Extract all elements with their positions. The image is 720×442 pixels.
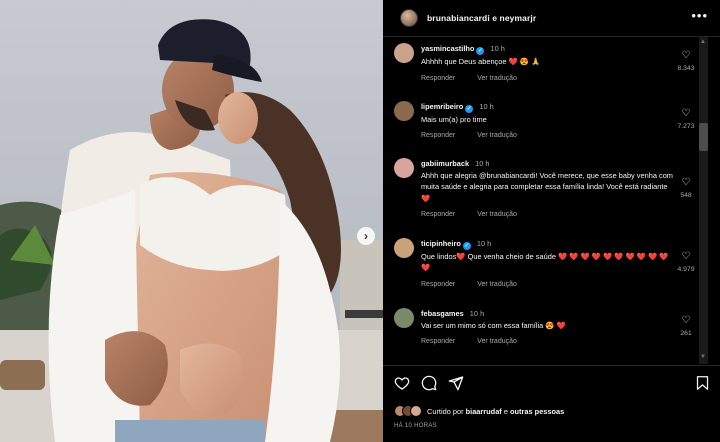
translate-button[interactable]: Ver tradução [477, 211, 517, 218]
comment-text: Ahhh que alegria @brunabiancardi! Você m… [421, 171, 673, 203]
comments-panel: brunabiancardi e neymarjr ••• yasmincast… [383, 0, 720, 442]
comment-actions: Responder Ver tradução [421, 338, 537, 345]
liked-by-conj: e [503, 406, 508, 416]
reply-button[interactable]: Responder [421, 132, 455, 139]
scroll-down-icon[interactable]: ▼ [700, 354, 706, 360]
translate-button[interactable]: Ver tradução [477, 75, 517, 82]
reply-button[interactable]: Responder [421, 211, 455, 218]
reply-button[interactable]: Responder [421, 338, 455, 345]
translate-button[interactable]: Ver tradução [477, 132, 517, 139]
comment-item: gabiimurback 10 h Ahhh que alegria @brun… [383, 153, 708, 225]
comment-actions: Responder Ver tradução [421, 281, 537, 288]
like-count: 8.343 [677, 65, 695, 72]
reply-button[interactable]: Responder [421, 281, 455, 288]
comment-body: ticipinheiro ✓ 10 h Que lindos❤️ Que venh… [421, 238, 676, 273]
scrollbar-thumb[interactable] [699, 123, 708, 151]
heart-icon[interactable]: ♡ [671, 178, 701, 188]
comment-body: yasmincastilho ✓ 10 h Ahhhh que Deus aben… [421, 43, 676, 67]
avatar[interactable] [400, 9, 418, 27]
comments-list: yasmincastilho ✓ 10 h Ahhhh que Deus aben… [383, 38, 720, 364]
comment-actions: Responder Ver tradução [421, 132, 537, 139]
heart-icon[interactable]: ♡ [671, 252, 701, 262]
comment-like: ♡ 7.273 [671, 109, 701, 131]
liked-by-prefix: Curtido por [427, 406, 464, 416]
post-footer: Curtido por biaarrudaf e outras pessoas … [383, 365, 720, 442]
comment-body: gabiimurback 10 h Ahhh que alegria @brun… [421, 158, 676, 204]
comment-username[interactable]: ticipinheiro [421, 239, 461, 248]
reply-button[interactable]: Responder [421, 75, 455, 82]
avatar[interactable] [394, 308, 414, 328]
comment-actions: Responder Ver tradução [421, 211, 537, 218]
verified-badge-icon: ✓ [462, 242, 471, 250]
comment-icon[interactable] [421, 375, 437, 391]
comment-item: ticipinheiro ✓ 10 h Que lindos❤️ Que venh… [383, 233, 708, 293]
comment-like: ♡ 4.979 [671, 252, 701, 274]
comment-item: febasgames 10 h Vai ser um mimo só com e… [383, 303, 708, 355]
heart-icon[interactable] [394, 375, 410, 391]
comment-item: lipemribeiro ✓ 10 h Mais um(a) pro time R… [383, 96, 708, 144]
heart-icon[interactable]: ♡ [671, 109, 701, 119]
comment-text: Vai ser um mimo só com essa família 😍 ❤️ [421, 321, 566, 331]
comment-username[interactable]: febasgames [421, 309, 464, 318]
comment-time: 10 h [469, 309, 485, 318]
comment-like: ♡ 8.343 [671, 51, 701, 73]
avatar[interactable] [410, 405, 422, 417]
comment-text: Que lindos❤️ Que venha cheio de saúde ❤️… [421, 252, 669, 273]
post-image [0, 0, 383, 442]
post-author-names[interactable]: brunabiancardi e neymarjr [427, 13, 536, 23]
post-time[interactable]: HÁ 10 HORAS [394, 423, 437, 429]
comment-text: Mais um(a) pro time [421, 115, 487, 124]
scroll-up-icon[interactable]: ▲ [700, 39, 706, 45]
avatar[interactable] [394, 43, 414, 63]
comment-body: lipemribeiro ✓ 10 h Mais um(a) pro time [421, 101, 676, 125]
avatar[interactable] [394, 238, 414, 258]
post-photo: › [0, 0, 383, 442]
comment-body: febasgames 10 h Vai ser um mimo só com e… [421, 308, 676, 331]
liked-by-others[interactable]: outras pessoas [510, 407, 564, 416]
comments-scrollbar[interactable] [699, 37, 708, 364]
like-count: 7.273 [677, 123, 695, 130]
avatar[interactable] [394, 158, 414, 178]
heart-icon[interactable]: ♡ [671, 51, 701, 61]
comment-item: yasmincastilho ✓ 10 h Ahhhh que Deus aben… [383, 38, 708, 86]
comment-text: Ahhhh que Deus abençoe ❤️ 😍 🙏 [421, 57, 541, 66]
comment-like: ♡ 261 [671, 316, 701, 338]
comment-time: 10 h [490, 44, 505, 53]
liked-by-user[interactable]: biaarrudaf [466, 407, 502, 416]
liked-by-text: Curtido por biaarrudaf e outras pessoas [427, 407, 564, 416]
comment-username[interactable]: yasmincastilho [421, 44, 474, 53]
comment-time: 10 h [476, 239, 492, 248]
comment-username[interactable]: gabiimurback [421, 159, 469, 168]
bookmark-icon[interactable] [695, 375, 710, 391]
comment-actions: Responder Ver tradução [421, 75, 537, 82]
more-horizontal-icon[interactable]: ••• [691, 8, 708, 23]
share-icon[interactable] [448, 375, 464, 391]
comment-username[interactable]: lipemribeiro [421, 102, 463, 111]
next-image-button[interactable]: › [357, 227, 375, 245]
like-count: 4.979 [677, 266, 695, 273]
avatar[interactable] [394, 101, 414, 121]
post-header: brunabiancardi e neymarjr ••• [383, 0, 720, 37]
like-count: 261 [680, 330, 692, 337]
verified-badge-icon: ✓ [465, 105, 474, 113]
translate-button[interactable]: Ver tradução [477, 281, 517, 288]
liked-by-row: Curtido por biaarrudaf e outras pessoas [394, 405, 564, 417]
verified-badge-icon: ✓ [476, 47, 485, 55]
comment-time: 10 h [475, 159, 490, 168]
comment-like: ♡ 548 [671, 178, 701, 200]
like-count: 548 [680, 192, 692, 199]
heart-icon[interactable]: ♡ [671, 316, 701, 326]
comment-time: 10 h [479, 102, 494, 111]
translate-button[interactable]: Ver tradução [477, 338, 517, 345]
